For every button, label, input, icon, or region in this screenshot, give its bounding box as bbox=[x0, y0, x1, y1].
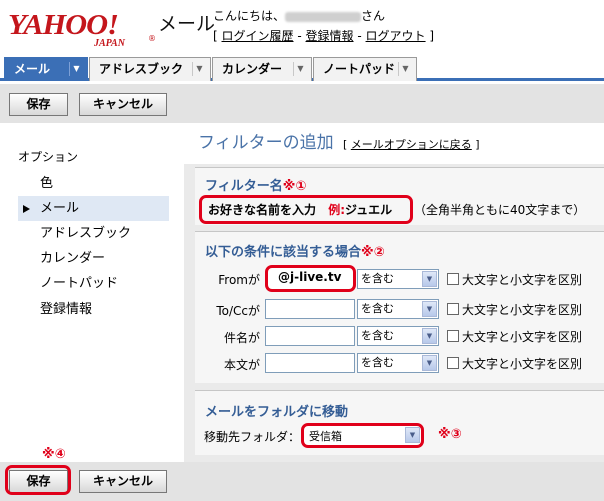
chevron-down-icon: ▼ bbox=[422, 355, 437, 371]
bracket-close: ] bbox=[429, 29, 435, 43]
back-to-mail-options-link[interactable]: メールオプションに戻る bbox=[351, 138, 472, 151]
tab-notepad[interactable]: ノートパッド ▼ bbox=[313, 57, 417, 81]
to-cc-label: To/Ccが bbox=[216, 304, 260, 318]
chevron-down-icon: ▼ bbox=[422, 328, 437, 344]
to-cc-case-checkbox[interactable] bbox=[447, 303, 459, 315]
tab-label: メール bbox=[14, 62, 51, 76]
bracket-open: [ bbox=[343, 138, 348, 151]
tab-mail[interactable]: メール ▼ bbox=[4, 57, 88, 81]
separator: - bbox=[297, 29, 302, 43]
example-value: ジュエル bbox=[345, 203, 393, 217]
body-input[interactable] bbox=[265, 353, 355, 373]
annotation-marker-1: ※① bbox=[282, 179, 307, 194]
greeting-prefix: こんにちは、 bbox=[213, 9, 286, 23]
bracket-close: ] bbox=[475, 138, 480, 151]
chevron-down-icon[interactable]: ▼ bbox=[293, 62, 307, 76]
subject-case-checkbox[interactable] bbox=[447, 330, 459, 342]
annotation-marker-3: ※③ bbox=[438, 427, 462, 442]
subject-input[interactable] bbox=[265, 326, 355, 346]
registration-link[interactable]: 登録情報 bbox=[306, 29, 354, 43]
logout-link[interactable]: ログアウト bbox=[366, 29, 426, 43]
select-value: を含む bbox=[361, 356, 394, 369]
from-label: Fromが bbox=[218, 273, 260, 287]
sidebar-title: オプション bbox=[18, 150, 79, 164]
logo-registered-mark: ® bbox=[148, 34, 156, 43]
to-cc-case-label: 大文字と小文字を区別 bbox=[462, 303, 583, 317]
example-prefix: 例: bbox=[328, 203, 346, 217]
tab-bar: メール ▼ アドレスブック ▼ カレンダー ▼ ノートパッド ▼ bbox=[0, 57, 604, 81]
body-case-label: 大文字と小文字を区別 bbox=[462, 357, 583, 371]
to-cc-input[interactable] bbox=[265, 299, 355, 319]
tab-calendar[interactable]: カレンダー ▼ bbox=[212, 57, 312, 81]
subject-match-select[interactable]: を含む ▼ bbox=[357, 326, 439, 346]
body-case-checkbox[interactable] bbox=[447, 357, 459, 369]
from-value: @j-live.tv bbox=[278, 270, 342, 284]
bracket-open: [ bbox=[213, 29, 218, 43]
subject-case-label: 大文字と小文字を区別 bbox=[462, 330, 583, 344]
sidebar-item-notepad[interactable]: ノートパッド bbox=[40, 272, 118, 296]
greeting: こんにちは、 さん bbox=[213, 8, 385, 24]
login-history-link[interactable]: ログイン履歴 bbox=[222, 29, 294, 43]
sidebar-item-color[interactable]: 色 bbox=[40, 172, 53, 196]
chevron-down-icon[interactable]: ▼ bbox=[192, 62, 206, 76]
tab-addressbook[interactable]: アドレスブック ▼ bbox=[89, 57, 211, 81]
chevron-down-icon: ▼ bbox=[405, 427, 420, 443]
account-links: [ ログイン履歴 - 登録情報 - ログアウト ] bbox=[213, 27, 434, 45]
from-case-label: 大文字と小文字を区別 bbox=[462, 273, 583, 287]
yahoo-japan-logo[interactable]: YAHOO! JAPAN ® bbox=[8, 2, 158, 54]
filter-name-heading: フィルター名※① bbox=[205, 175, 306, 194]
move-folder-panel: メールをフォルダに移動 移動先フォルダ： 受信箱 ▼ ※③ bbox=[195, 390, 604, 455]
blurred-username bbox=[285, 11, 362, 22]
tab-label: アドレスブック bbox=[99, 62, 184, 76]
bottom-cancel-button[interactable]: キャンセル bbox=[79, 470, 167, 493]
annotation-marker-2: ※② bbox=[361, 245, 385, 260]
select-value: を含む bbox=[361, 302, 394, 315]
chevron-down-icon: ▼ bbox=[422, 271, 437, 287]
top-toolbar: 保存 キャンセル bbox=[0, 84, 604, 123]
chevron-down-icon: ▼ bbox=[422, 301, 437, 317]
to-cc-match-select[interactable]: を含む ▼ bbox=[357, 299, 439, 319]
service-name: メール bbox=[158, 13, 216, 35]
move-folder-heading: メールをフォルダに移動 bbox=[205, 405, 349, 420]
move-folder-label: 移動先フォルダ： bbox=[204, 430, 301, 444]
select-value: を含む bbox=[361, 272, 394, 285]
tab-label: ノートパッド bbox=[323, 62, 396, 76]
sidebar-item-calendar[interactable]: カレンダー bbox=[40, 247, 105, 271]
folder-value: 受信箱 bbox=[309, 430, 342, 443]
sidebar-item-registration[interactable]: 登録情報 bbox=[40, 298, 92, 322]
heading-text: 以下の条件に該当する場合 bbox=[205, 245, 362, 260]
save-highlight-box bbox=[5, 465, 71, 495]
body-match-select[interactable]: を含む ▼ bbox=[357, 353, 439, 373]
filter-name-hint: （全角半角ともに40文字まで） bbox=[414, 203, 586, 217]
from-match-select[interactable]: を含む ▼ bbox=[357, 269, 439, 289]
back-link-wrapper: [ メールオプションに戻る ] bbox=[343, 136, 480, 152]
chevron-down-icon[interactable]: ▼ bbox=[398, 62, 412, 76]
conditions-panel: 以下の条件に該当する場合※② Fromが @j-live.tv を含む ▼ 大文字… bbox=[195, 231, 604, 383]
page-title: フィルターの追加 bbox=[198, 133, 334, 153]
save-button[interactable]: 保存 bbox=[9, 93, 68, 116]
tab-label: カレンダー bbox=[222, 62, 283, 76]
cancel-button[interactable]: キャンセル bbox=[79, 93, 167, 116]
selected-arrow-icon bbox=[23, 205, 30, 213]
subject-label: 件名が bbox=[223, 331, 260, 345]
logo-text: YAHOO! bbox=[8, 9, 119, 41]
bottom-toolbar: 保存 キャンセル bbox=[0, 462, 604, 501]
filter-name-panel: フィルター名※① お好きな名前を入力 例:ジュエル （全角半角ともに40文字まで… bbox=[195, 167, 604, 225]
sidebar-item-mail[interactable]: メール bbox=[40, 197, 79, 221]
annotation-marker-4: ※④ bbox=[42, 447, 66, 462]
sidebar-item-addressbook[interactable]: アドレスブック bbox=[40, 222, 131, 246]
greeting-suffix: さん bbox=[361, 9, 386, 23]
filter-name-value: お好きな名前を入力 例:ジュエル bbox=[208, 201, 392, 218]
chevron-down-icon[interactable]: ▼ bbox=[69, 62, 83, 76]
body-label: 本文が bbox=[223, 358, 260, 372]
select-value: を含む bbox=[361, 329, 394, 342]
heading-text: フィルター名 bbox=[205, 179, 283, 194]
conditions-heading: 以下の条件に該当する場合※② bbox=[205, 241, 385, 260]
logo-sub: JAPAN bbox=[94, 38, 125, 49]
from-case-checkbox[interactable] bbox=[447, 273, 459, 285]
separator: - bbox=[357, 29, 362, 43]
filter-name-text: お好きな名前を入力 bbox=[208, 203, 317, 217]
